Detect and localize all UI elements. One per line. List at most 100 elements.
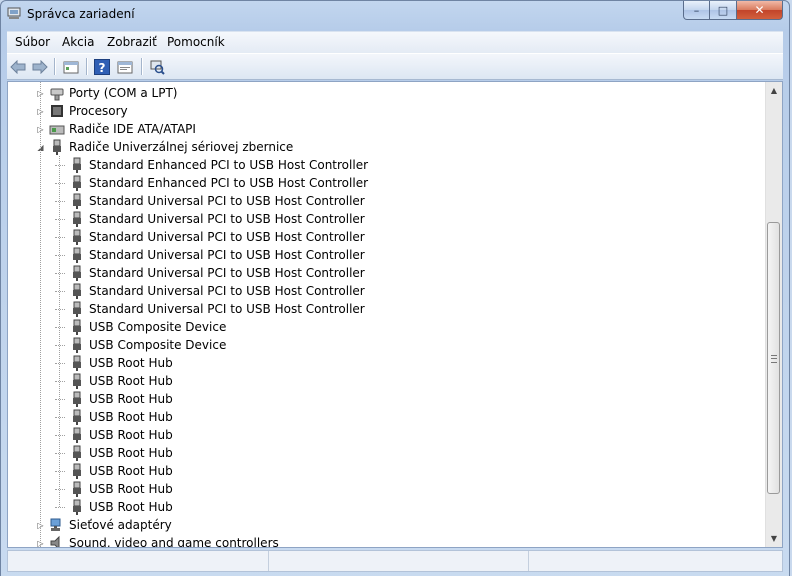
tree-category-sietove-adaptery[interactable]: ▷ Sieťové adaptéry xyxy=(36,516,172,534)
tree-connector xyxy=(55,254,65,256)
tree-category-sound-video-and-game-controllers[interactable]: ▷ Sound, video and game controllers xyxy=(36,534,279,548)
usb-device-icon xyxy=(69,481,85,497)
status-bar xyxy=(7,550,783,572)
tree-device-item[interactable]: USB Root Hub xyxy=(55,354,173,372)
tree-device-item[interactable]: USB Root Hub xyxy=(55,390,173,408)
tree-connector xyxy=(55,164,65,166)
menu-bar: Súbor Akcia Zobraziť Pomocník xyxy=(7,31,783,54)
tree-connector xyxy=(55,380,65,382)
usb-device-icon xyxy=(69,247,85,263)
tree-guide-line xyxy=(59,156,60,507)
tree-category-radice-ide-ata-atapi[interactable]: ▷ Radiče IDE ATA/ATAPI xyxy=(36,120,196,138)
vertical-scrollbar[interactable]: ▲ ▼ xyxy=(765,82,782,547)
tree-device-item[interactable]: USB Root Hub xyxy=(55,372,173,390)
tree-item-label: Sound, video and game controllers xyxy=(69,536,279,548)
properties-button[interactable] xyxy=(115,58,135,75)
usb-device-icon xyxy=(69,319,85,335)
tree-item-label: Standard Universal PCI to USB Host Contr… xyxy=(89,248,365,262)
tree-item-label: Standard Enhanced PCI to USB Host Contro… xyxy=(89,158,369,172)
tree-device-item[interactable]: Standard Enhanced PCI to USB Host Contro… xyxy=(55,156,368,174)
scroll-up-button[interactable]: ▲ xyxy=(766,82,782,99)
tree-item-label: Radiče Univerzálnej sériovej zbernice xyxy=(69,140,294,154)
tree-category-procesory[interactable]: ▷ Procesory xyxy=(36,102,128,120)
maximize-icon: □ xyxy=(717,3,729,17)
ide-controller-icon xyxy=(49,121,65,137)
usb-device-icon xyxy=(69,409,85,425)
window-title: Správca zariadení xyxy=(27,7,135,21)
tree-device-item[interactable]: Standard Universal PCI to USB Host Contr… xyxy=(55,228,365,246)
tree-item-label: USB Root Hub xyxy=(89,392,173,406)
menu-file[interactable]: Súbor xyxy=(15,35,50,49)
device-view-button[interactable] xyxy=(61,58,81,75)
tree-item-label: Sieťové adaptéry xyxy=(69,518,172,532)
scrollbar-thumb[interactable] xyxy=(767,222,780,494)
tree-item-label: Standard Universal PCI to USB Host Contr… xyxy=(89,302,365,316)
tree-connector xyxy=(55,182,65,184)
tree-device-item[interactable]: USB Root Hub xyxy=(55,462,173,480)
svg-text:?: ? xyxy=(99,61,106,75)
tree-connector xyxy=(55,236,65,238)
device-manager-icon xyxy=(7,7,21,19)
tree-device-item[interactable]: USB Root Hub xyxy=(55,426,173,444)
tree-item-label: USB Composite Device xyxy=(89,320,227,334)
menu-view[interactable]: Zobraziť xyxy=(107,35,157,49)
scroll-down-button[interactable]: ▼ xyxy=(766,530,782,547)
forward-icon xyxy=(32,59,48,74)
menu-help[interactable]: Pomocník xyxy=(167,35,225,49)
help-button[interactable]: ? xyxy=(93,58,111,75)
tree-category-radice-univerzalnej-seriovej-zbernice[interactable]: ◢ Radiče Univerzálnej sériovej zbernice xyxy=(36,138,293,156)
usb-device-icon xyxy=(69,193,85,209)
scroll-up-icon: ▲ xyxy=(770,86,778,95)
tree-item-label: USB Root Hub xyxy=(89,482,173,496)
tree-item-label: Standard Universal PCI to USB Host Contr… xyxy=(89,194,365,208)
tree-device-item[interactable]: USB Composite Device xyxy=(55,336,226,354)
minimize-icon: – xyxy=(693,3,700,17)
usb-device-icon xyxy=(69,463,85,479)
minimize-button[interactable]: – xyxy=(683,1,710,20)
usb-device-icon xyxy=(69,355,85,371)
tree-item-label: Procesory xyxy=(69,104,128,118)
tree-device-item[interactable]: USB Root Hub xyxy=(55,480,173,498)
usb-device-icon xyxy=(69,301,85,317)
back-button[interactable] xyxy=(9,58,27,75)
usb-device-icon xyxy=(69,211,85,227)
tree-device-item[interactable]: USB Composite Device xyxy=(55,318,226,336)
status-cell xyxy=(268,551,529,571)
tree-device-item[interactable]: Standard Enhanced PCI to USB Host Contro… xyxy=(55,174,368,192)
tree-device-item[interactable]: Standard Universal PCI to USB Host Contr… xyxy=(55,282,365,300)
tree-item-label: USB Root Hub xyxy=(89,500,173,514)
tree-connector xyxy=(55,362,65,364)
tree-device-item[interactable]: USB Root Hub xyxy=(55,444,173,462)
tree-device-item[interactable]: Standard Universal PCI to USB Host Contr… xyxy=(55,210,365,228)
tree-item-label: USB Root Hub xyxy=(89,446,173,460)
tree-item-label: USB Root Hub xyxy=(89,410,173,424)
tree-connector xyxy=(55,488,65,490)
tree-connector xyxy=(55,398,65,400)
toolbar: ? xyxy=(7,53,783,80)
device-manager-window: Správca zariadení – □ ✕ Súbor Akcia Zobr… xyxy=(0,0,790,586)
tree-connector xyxy=(55,416,65,418)
maximize-button[interactable]: □ xyxy=(710,1,737,20)
device-view-icon xyxy=(63,61,79,73)
tree-device-item[interactable]: Standard Universal PCI to USB Host Contr… xyxy=(55,264,365,282)
forward-button[interactable] xyxy=(31,58,49,75)
toolbar-separator xyxy=(141,58,143,75)
tree-item-label: USB Composite Device xyxy=(89,338,227,352)
menu-action[interactable]: Akcia xyxy=(62,35,94,49)
port-icon xyxy=(49,85,65,101)
tree-device-item[interactable]: Standard Universal PCI to USB Host Contr… xyxy=(55,300,365,318)
usb-device-icon xyxy=(69,427,85,443)
title-bar[interactable]: Správca zariadení – □ ✕ xyxy=(1,1,789,29)
tree-connector xyxy=(55,434,65,436)
usb-device-icon xyxy=(69,229,85,245)
tree-device-item[interactable]: USB Root Hub xyxy=(55,498,173,516)
usb-device-icon xyxy=(69,157,85,173)
tree-category-porty-com-a-lpt[interactable]: ▷ Porty (COM a LPT) xyxy=(36,84,177,102)
tree-device-item[interactable]: Standard Universal PCI to USB Host Contr… xyxy=(55,192,365,210)
processor-icon xyxy=(49,103,65,119)
tree-device-item[interactable]: USB Root Hub xyxy=(55,408,173,426)
close-button[interactable]: ✕ xyxy=(737,1,783,20)
usb-device-icon xyxy=(69,373,85,389)
scan-hardware-button[interactable] xyxy=(147,58,167,75)
tree-device-item[interactable]: Standard Universal PCI to USB Host Contr… xyxy=(55,246,365,264)
